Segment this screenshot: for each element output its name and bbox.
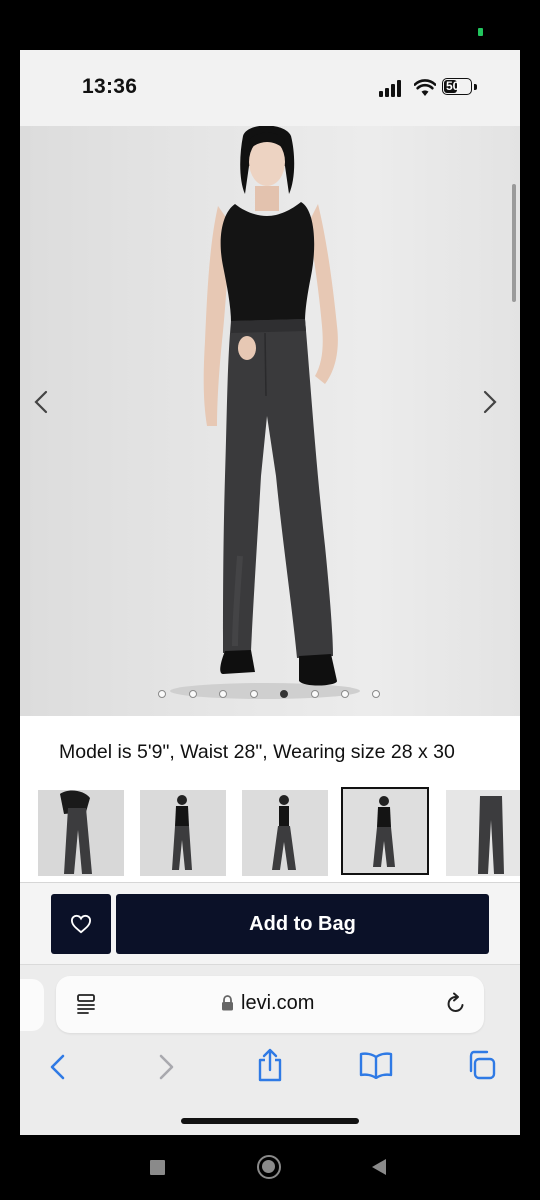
thumbnail[interactable] — [242, 790, 328, 876]
model-info: Model is 5'9", Waist 28", Wearing size 2… — [20, 716, 520, 786]
thumbnail[interactable] — [446, 790, 520, 876]
status-bar: 13:36 50 — [20, 50, 520, 126]
carousel-dot[interactable] — [371, 690, 380, 698]
reload-icon[interactable] — [444, 992, 468, 1016]
home-indicator[interactable] — [181, 1118, 359, 1124]
chevron-right-icon[interactable] — [475, 388, 503, 416]
battery-percentage: 50 — [446, 79, 460, 93]
reader-icon[interactable] — [76, 993, 98, 1015]
product-image[interactable] — [20, 126, 520, 716]
address-bar[interactable]: levi.com — [56, 976, 484, 1033]
thumbnail[interactable] — [140, 790, 226, 876]
model-info-text: Model is 5'9", Waist 28", Wearing size 2… — [59, 741, 455, 763]
signal-icon — [379, 80, 405, 97]
phone-screen: 13:36 50 Model is 5'9", Waist 28", Weari… — [20, 50, 520, 1135]
carousel-dots — [158, 690, 388, 702]
lock-icon — [222, 995, 233, 1011]
carousel-dot[interactable] — [249, 690, 258, 698]
share-icon[interactable] — [256, 1048, 284, 1082]
carousel-dot-active[interactable] — [280, 690, 288, 698]
wifi-icon — [414, 79, 436, 96]
status-time: 13:36 — [82, 75, 138, 98]
action-bar: Add to Bag — [20, 882, 520, 965]
back-triangle-icon[interactable] — [372, 1159, 386, 1175]
carousel-dot[interactable] — [310, 690, 319, 698]
thumbnail[interactable] — [38, 790, 124, 876]
url-text: levi.com — [241, 992, 315, 1014]
thumbnail-strip — [20, 786, 520, 882]
chevron-left-icon[interactable] — [28, 388, 56, 416]
recent-apps-icon[interactable] — [150, 1160, 165, 1175]
home-icon[interactable] — [257, 1155, 281, 1179]
model-photo — [170, 126, 360, 699]
carousel-dot[interactable] — [341, 690, 349, 698]
carousel-dot[interactable] — [219, 690, 227, 698]
android-navigation-bar — [0, 1135, 540, 1200]
forward-icon[interactable] — [154, 1052, 178, 1082]
camera-indicator — [478, 28, 483, 36]
browser-bar: levi.com — [20, 964, 520, 1135]
favorite-button[interactable] — [51, 894, 111, 954]
battery-nub — [474, 84, 477, 90]
carousel-dot[interactable] — [188, 690, 197, 698]
heart-icon — [70, 914, 92, 934]
add-to-bag-button[interactable]: Add to Bag — [116, 894, 489, 954]
tabs-icon[interactable] — [466, 1050, 496, 1080]
carousel-dot[interactable] — [158, 690, 166, 698]
battery-icon: 50 — [442, 78, 472, 95]
thumbnail-selected[interactable] — [341, 787, 429, 875]
scroll-indicator[interactable] — [512, 184, 516, 302]
back-icon[interactable] — [46, 1052, 70, 1082]
bookmarks-icon[interactable] — [359, 1051, 393, 1079]
previous-tab-edge[interactable] — [20, 979, 44, 1031]
